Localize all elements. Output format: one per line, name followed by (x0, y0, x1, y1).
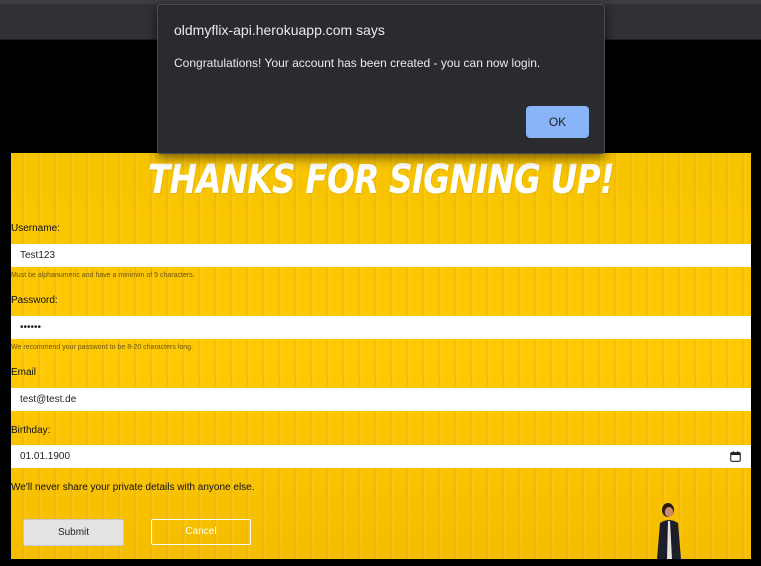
username-input[interactable]: Test123 (11, 244, 751, 267)
cancel-button[interactable]: Cancel (151, 519, 251, 545)
calendar-icon[interactable] (730, 451, 741, 462)
password-label: Password: (11, 295, 58, 306)
username-label: Username: (11, 223, 60, 234)
alert-dialog: oldmyflix-api.herokuapp.com says Congrat… (157, 4, 605, 154)
birthday-label: Birthday: (11, 425, 51, 436)
dialog-title: oldmyflix-api.herokuapp.com says (174, 22, 385, 38)
signup-page: Thanks for signing up! Username: Test123… (11, 153, 751, 559)
email-input[interactable]: test@test.de (11, 388, 751, 411)
page-title: Thanks for signing up! (148, 157, 615, 203)
password-input[interactable]: •••••• (11, 316, 751, 339)
privacy-note: We'll never share your private details w… (11, 482, 255, 493)
birthday-value: 01.01.1900 (20, 451, 71, 462)
birthday-input[interactable]: 01.01.1900 (11, 445, 751, 468)
ok-button[interactable]: OK (526, 106, 589, 138)
username-hint: Must be alphanumeric and have a minimim … (11, 272, 195, 279)
dialog-message: Congratulations! Your account has been c… (174, 56, 541, 70)
email-label: Email (11, 367, 37, 378)
background-person-image (657, 503, 681, 559)
submit-button[interactable]: Submit (23, 519, 124, 546)
password-hint: We recommend your password to be 8-20 ch… (11, 344, 193, 351)
